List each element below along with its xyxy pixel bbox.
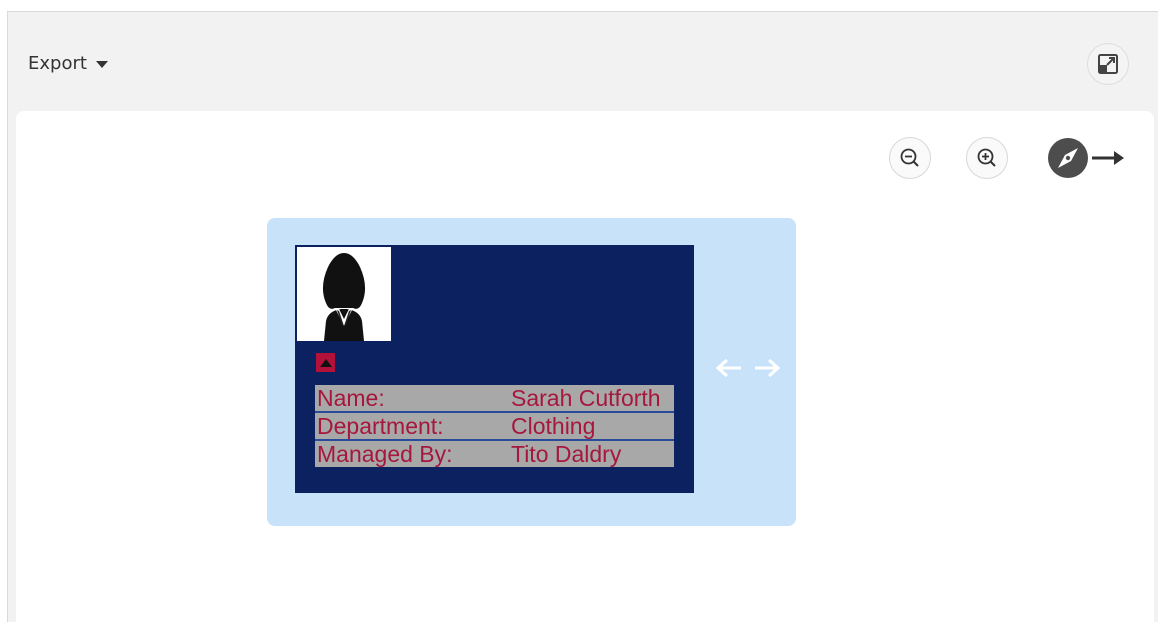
selected-node-highlight[interactable]: Name: Sarah Cutforth Department: Clothin… [267, 218, 796, 526]
zoom-in-button[interactable] [966, 137, 1008, 179]
zoom-out-icon [900, 148, 919, 167]
chart-canvas[interactable]: Name: Sarah Cutforth Department: Clothin… [16, 111, 1154, 623]
collapse-up-icon [319, 358, 332, 367]
arrow-right-icon[interactable] [753, 358, 781, 378]
export-label: Export [28, 52, 87, 74]
employee-node[interactable]: Name: Sarah Cutforth Department: Clothin… [295, 245, 694, 493]
fullscreen-button[interactable] [1087, 43, 1129, 85]
field-value: Sarah Cutforth [511, 385, 661, 411]
employee-photo [297, 247, 391, 341]
info-row-department: Department: Clothing [315, 413, 674, 441]
field-label: Managed By: [317, 441, 453, 467]
move-node-arrows[interactable] [715, 358, 781, 378]
zoom-out-button[interactable] [889, 137, 931, 179]
toolbar: Export [8, 12, 1158, 110]
collapse-button[interactable] [316, 353, 335, 372]
zoom-in-icon [977, 148, 996, 167]
arrow-left-icon[interactable] [715, 358, 743, 378]
org-chart-widget: Export Name: Sarah Cutforth Department: … [7, 11, 1158, 623]
compass-arrow-icon [1048, 138, 1124, 178]
field-value: Tito Daldry [511, 441, 622, 467]
export-dropdown[interactable]: Export [28, 52, 108, 74]
fullscreen-icon [1098, 54, 1118, 74]
field-label: Department: [317, 413, 444, 439]
employee-info-table: Name: Sarah Cutforth Department: Clothin… [315, 385, 674, 467]
female-avatar-icon [322, 253, 366, 341]
info-row-name: Name: Sarah Cutforth [315, 385, 674, 413]
field-label: Name: [317, 385, 385, 411]
navigate-button[interactable] [1047, 137, 1127, 179]
info-row-manager: Managed By: Tito Daldry [315, 441, 674, 467]
caret-down-icon [95, 60, 108, 68]
field-value: Clothing [511, 413, 596, 439]
